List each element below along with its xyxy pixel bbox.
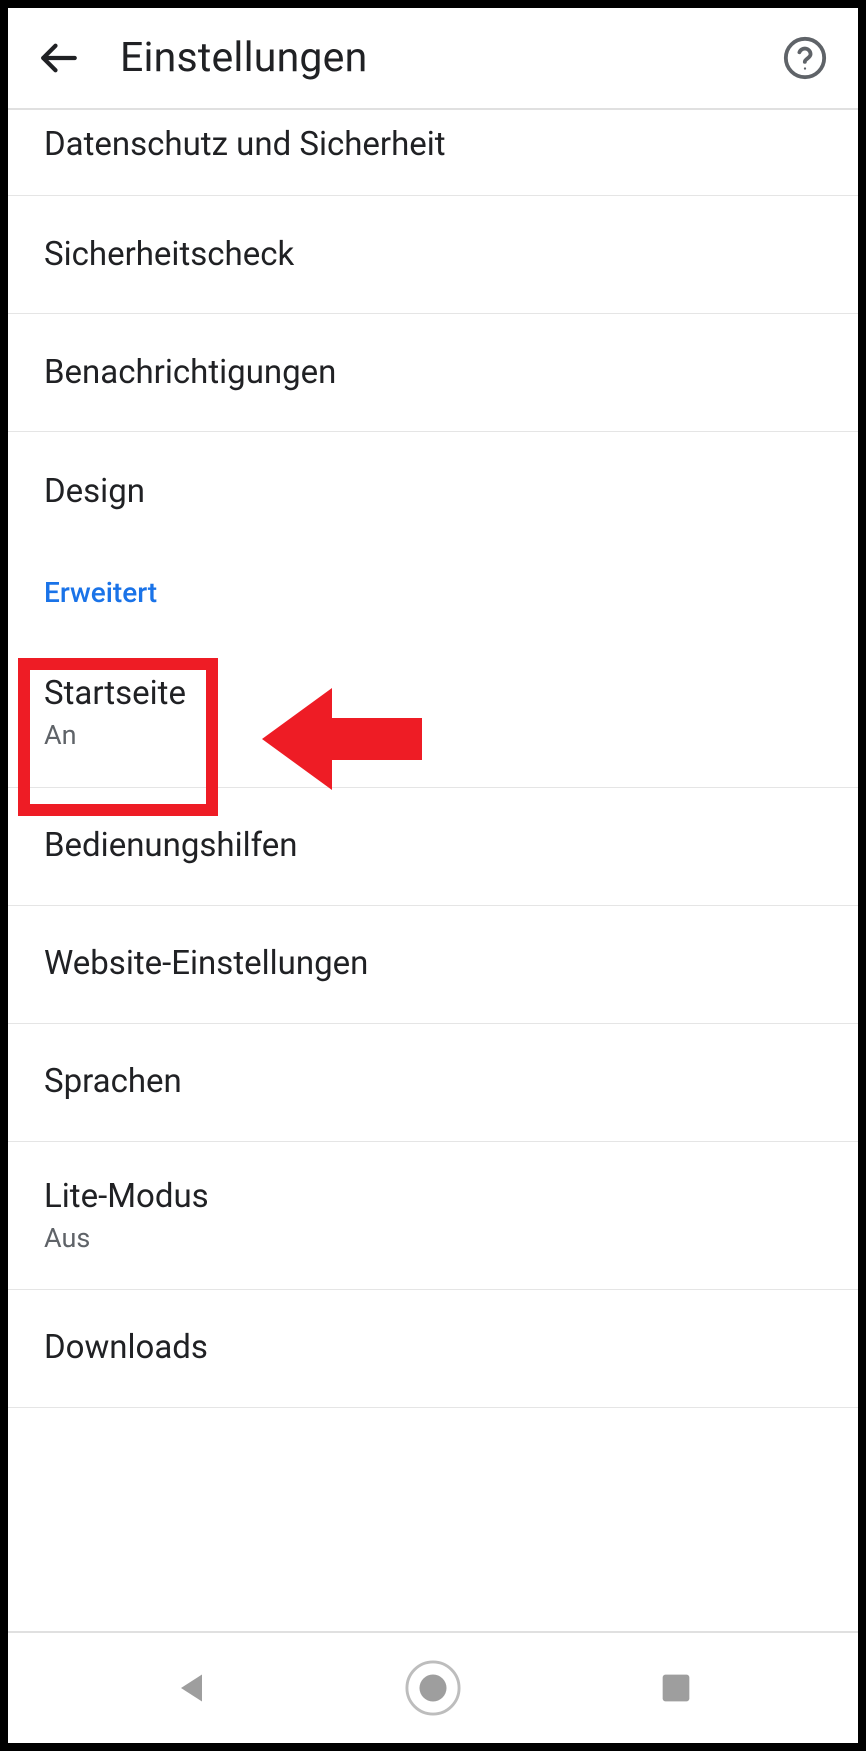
settings-list: Datenschutz und Sicherheit Sicherheitsch…: [8, 110, 858, 1631]
circle-home-icon: [405, 1659, 461, 1717]
row-homepage[interactable]: Startseite An: [8, 637, 858, 787]
row-label: Design: [44, 471, 822, 512]
nav-home-button[interactable]: [405, 1660, 461, 1716]
row-lite-mode[interactable]: Lite-Modus Aus: [8, 1142, 858, 1290]
row-label: Downloads: [44, 1327, 822, 1368]
row-label: Sicherheitscheck: [44, 234, 822, 275]
row-safety-check[interactable]: Sicherheitscheck: [8, 196, 858, 314]
row-label: Benachrichtigungen: [44, 352, 822, 393]
nav-back-button[interactable]: [162, 1660, 218, 1716]
triangle-back-icon: [172, 1670, 208, 1706]
row-design[interactable]: Design: [8, 432, 858, 550]
arrow-left-icon: [38, 37, 80, 79]
row-privacy-security[interactable]: Datenschutz und Sicherheit: [8, 110, 858, 196]
row-site-settings[interactable]: Website-Einstellungen: [8, 906, 858, 1024]
row-label: Bedienungshilfen: [44, 825, 822, 866]
help-button[interactable]: [782, 35, 828, 81]
page-title: Einstellungen: [120, 34, 742, 82]
square-recent-icon: [660, 1672, 692, 1704]
row-status: An: [44, 719, 822, 751]
row-status: Aus: [44, 1222, 822, 1254]
row-languages[interactable]: Sprachen: [8, 1024, 858, 1142]
app-header: Einstellungen: [8, 8, 858, 110]
system-navbar: [8, 1631, 858, 1743]
section-title-advanced: Erweitert: [8, 550, 858, 637]
row-label: Datenschutz und Sicherheit: [44, 124, 822, 165]
back-button[interactable]: [38, 37, 80, 79]
row-label: Startseite: [44, 673, 822, 714]
row-accessibility[interactable]: Bedienungshilfen: [8, 788, 858, 906]
device-frame: Einstellungen Datenschutz und Sicherheit…: [0, 0, 866, 1751]
row-label: Sprachen: [44, 1061, 822, 1102]
help-icon: [782, 35, 828, 81]
row-label: Lite-Modus: [44, 1176, 822, 1217]
row-downloads[interactable]: Downloads: [8, 1290, 858, 1408]
nav-recent-button[interactable]: [648, 1660, 704, 1716]
row-label: Website-Einstellungen: [44, 943, 822, 984]
row-notifications[interactable]: Benachrichtigungen: [8, 314, 858, 432]
